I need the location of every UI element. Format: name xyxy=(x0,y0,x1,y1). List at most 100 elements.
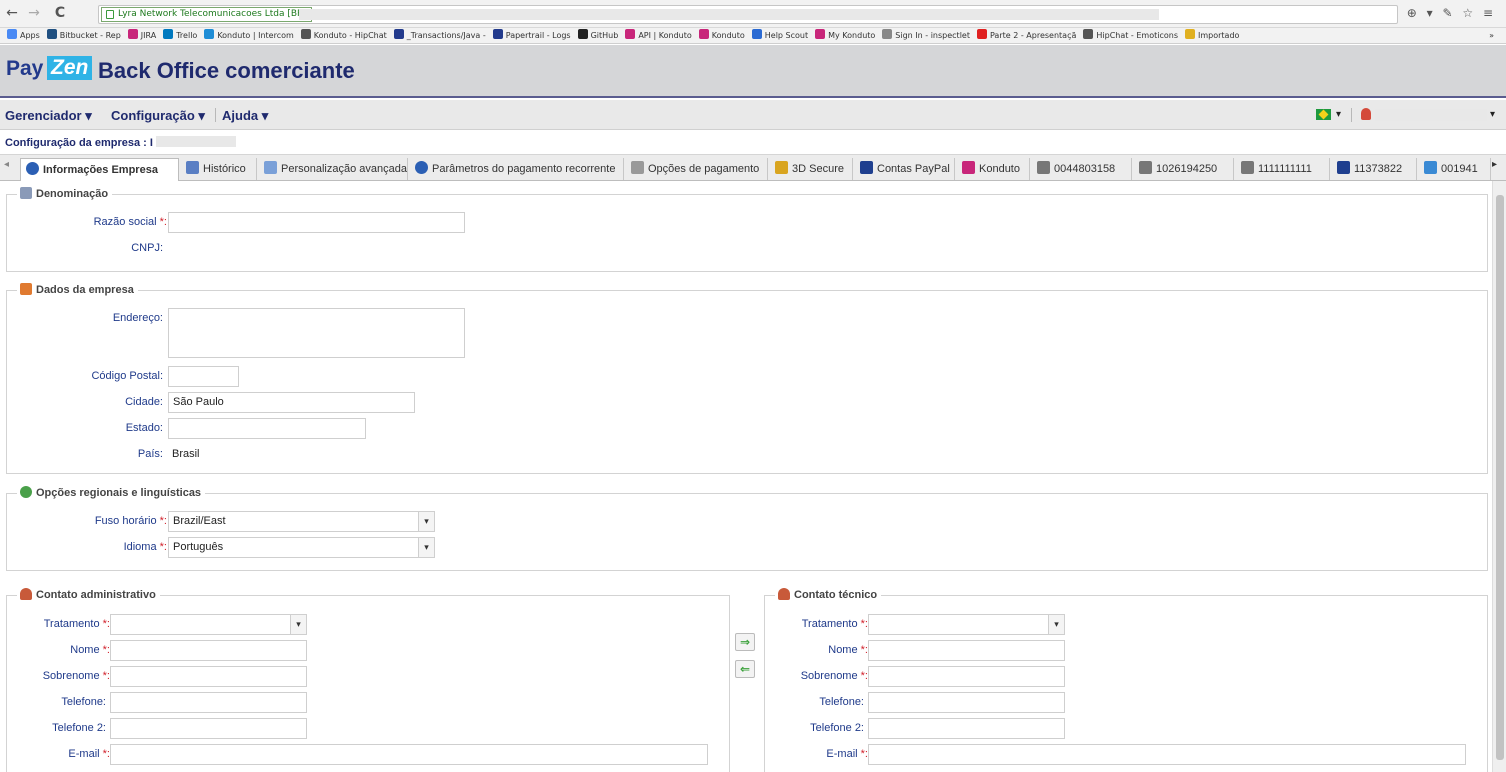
brazil-flag-icon[interactable] xyxy=(1316,109,1331,120)
bookmarks-bar: Apps Bitbucket - Rep JIRA Trello Konduto | I… xyxy=(0,28,1506,44)
endereco-label: Endereço: xyxy=(112,312,163,324)
menu-ajuda[interactable]: Ajuda ▾ xyxy=(222,108,268,124)
admin-nome-label: Nome *: xyxy=(7,644,110,656)
tec-nome-label: Nome *: xyxy=(765,644,868,656)
tec-telefone2-input[interactable] xyxy=(868,718,1065,739)
bookmark-item[interactable]: Parte 2 - Apresentaçã xyxy=(976,28,1076,43)
admin-email-input[interactable] xyxy=(110,744,708,765)
legend-dados-empresa-text: Dados da empresa xyxy=(36,284,134,296)
tab-konduto[interactable]: Konduto xyxy=(957,158,1030,180)
bookmark-item[interactable]: JIRA xyxy=(127,28,156,43)
bookmark-item[interactable]: API | Konduto xyxy=(625,28,692,43)
history-icon xyxy=(186,161,199,174)
tec-telefone-input[interactable] xyxy=(868,692,1065,713)
extension-icons[interactable]: ⊕ ▾ ✎ ☆ ≡ xyxy=(1407,6,1496,20)
vertical-scrollbar[interactable] xyxy=(1492,181,1506,772)
bookmark-item[interactable]: Konduto | Intercom xyxy=(204,28,294,43)
bookmark-item[interactable]: Konduto xyxy=(698,28,745,43)
admin-nome-input[interactable] xyxy=(110,640,307,661)
required-marker: *: xyxy=(159,216,167,228)
bookmark-label: Konduto - HipChat xyxy=(313,31,387,40)
site-identity-label: Lyra Network Telecomunicacoes Ltda [BR] xyxy=(118,9,307,19)
language-caret[interactable]: ▾ xyxy=(1336,109,1341,120)
admin-telefone-input[interactable] xyxy=(110,692,307,713)
fuso-horario-select[interactable]: Brazil/East ▾ xyxy=(168,511,435,532)
reload-button[interactable]: C xyxy=(52,5,68,21)
razao-social-label: Razão social *: xyxy=(7,216,167,228)
tabs-scroll-left-icon[interactable]: ◂ xyxy=(4,159,9,170)
bookmark-icon xyxy=(882,29,893,39)
tab-label: 001941 xyxy=(1441,163,1478,175)
copy-to-admin-button[interactable]: ⇐ xyxy=(735,660,755,678)
tab-info[interactable]: Informações Empresa xyxy=(20,158,179,182)
required-marker: *: xyxy=(102,748,110,760)
tab-payment-options[interactable]: Opções de pagamento xyxy=(626,158,768,180)
pais-label: País: xyxy=(137,448,163,460)
legend-contato-tecnico: Contato técnico xyxy=(775,588,882,601)
admin-tratamento-select[interactable]: ▾ xyxy=(110,614,307,635)
endereco-textarea[interactable] xyxy=(168,308,465,358)
tab-label: 11373822 xyxy=(1354,163,1403,175)
tab-info[interactable]: Parâmetros do pagamento recorrente xyxy=(410,158,624,180)
tab-3d-secure[interactable]: 3D Secure xyxy=(770,158,853,180)
tab-cielo[interactable]: 1111111111 xyxy=(1236,158,1330,180)
company-config-label: Configuração da empresa : I xyxy=(5,136,236,149)
bookmark-item[interactable]: My Konduto xyxy=(815,28,875,43)
forward-button[interactable]: → xyxy=(26,5,42,21)
tab-acquirer[interactable]: 11373822 xyxy=(1332,158,1417,180)
legend-denominacao-text: Denominação xyxy=(36,188,109,200)
codigo-postal-input[interactable] xyxy=(168,366,239,387)
tec-tratamento-select[interactable]: ▾ xyxy=(868,614,1065,635)
bookmark-item[interactable]: Help Scout xyxy=(751,28,808,43)
fuso-horario-label: Fuso horário *: xyxy=(7,515,167,527)
tec-email-input[interactable] xyxy=(868,744,1466,765)
tab-paypal[interactable]: Contas PayPal xyxy=(855,158,955,180)
codigo-postal-label: Código Postal: xyxy=(91,370,163,382)
user-caret[interactable]: ▾ xyxy=(1490,109,1495,120)
tab-label: Opções de pagamento xyxy=(648,163,760,175)
back-button[interactable]: ← xyxy=(4,5,20,21)
razao-social-input[interactable] xyxy=(168,212,465,233)
bookmark-item[interactable]: Konduto - HipChat xyxy=(300,28,387,43)
bookmark-item[interactable]: Papertrail - Logs xyxy=(492,28,571,43)
tab-cielo[interactable]: 1026194250 xyxy=(1134,158,1234,180)
bookmark-label: Papertrail - Logs xyxy=(505,31,571,40)
estado-input[interactable] xyxy=(168,418,366,439)
bookmark-item[interactable]: Trello xyxy=(163,28,197,43)
tec-nome-input[interactable] xyxy=(868,640,1065,661)
bookmark-item[interactable]: Apps xyxy=(7,28,40,43)
tab-acquirer[interactable]: 001941 xyxy=(1419,158,1491,180)
site-identity-badge[interactable]: Lyra Network Telecomunicacoes Ltda [BR] xyxy=(101,7,312,22)
tab-history[interactable]: Histórico xyxy=(181,158,257,180)
address-bar[interactable]: Lyra Network Telecomunicacoes Ltda [BR] xyxy=(98,5,1398,24)
cidade-input[interactable]: São Paulo xyxy=(168,392,415,413)
fieldset-contato-administrativo: Contato administrativo Tratamento *: ▾ N… xyxy=(6,588,730,772)
chevron-down-icon: ▾ xyxy=(290,615,306,634)
legend-denominacao: Denominação xyxy=(17,187,113,200)
bookmark-label: Apps xyxy=(20,31,40,40)
tab-customize[interactable]: Personalização avançada xyxy=(259,158,408,180)
tab-label: Parâmetros do pagamento recorrente xyxy=(432,163,616,175)
idioma-select[interactable]: Português ▾ xyxy=(168,537,435,558)
bookmark-item[interactable]: Sign In - inspectlet xyxy=(882,28,970,43)
user-icon[interactable] xyxy=(1361,108,1371,120)
scrollbar-thumb[interactable] xyxy=(1496,195,1504,760)
redacted-username[interactable] xyxy=(1375,109,1487,121)
admin-telefone2-input[interactable] xyxy=(110,718,307,739)
tec-sobrenome-input[interactable] xyxy=(868,666,1065,687)
copy-to-tecnico-button[interactable]: ⇒ xyxy=(735,633,755,651)
menu-gerenciador[interactable]: Gerenciador ▾ xyxy=(5,108,92,124)
admin-sobrenome-input[interactable] xyxy=(110,666,307,687)
more-bookmarks-button[interactable]: » xyxy=(1489,28,1494,43)
bookmark-item[interactable]: Importado xyxy=(1185,28,1239,43)
tabs-scroll-right-icon[interactable]: ▸ xyxy=(1492,159,1497,170)
legend-contato-administrativo: Contato administrativo xyxy=(17,588,160,601)
bookmark-item[interactable]: Bitbucket - Rep xyxy=(46,28,121,43)
menu-configuracao[interactable]: Configuração ▾ xyxy=(111,108,205,124)
bookmark-item[interactable]: GitHub xyxy=(577,28,618,43)
logo-pay: Pay xyxy=(6,57,44,80)
tab-cielo[interactable]: 0044803158 xyxy=(1032,158,1132,180)
admin-tratamento-label-text: Tratamento xyxy=(43,618,100,630)
bookmark-item[interactable]: HipChat - Emoticons xyxy=(1083,28,1178,43)
bookmark-item[interactable]: _Transactions/Java - xyxy=(393,28,486,43)
